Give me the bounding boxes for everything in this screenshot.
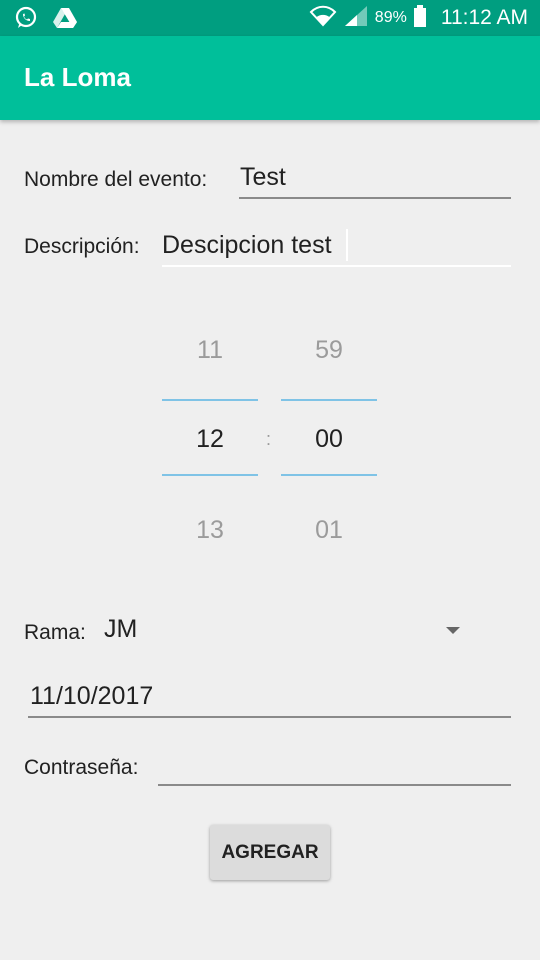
password-label: Contraseña: xyxy=(24,756,139,779)
password-input[interactable] xyxy=(160,752,510,782)
dropdown-arrow-icon xyxy=(446,627,460,634)
clock: 11:12 AM xyxy=(440,6,528,29)
hour-selection-top-line xyxy=(162,399,258,401)
signal-icon xyxy=(343,4,369,33)
battery-icon xyxy=(413,4,427,33)
rama-spinner[interactable]: JM xyxy=(102,612,472,652)
minute-next[interactable]: 01 xyxy=(281,516,377,545)
battery-percent: 89% xyxy=(374,9,407,26)
wifi-icon xyxy=(309,4,337,33)
description-underline xyxy=(162,265,511,267)
status-bar: 89% 11:12 AM xyxy=(0,0,540,36)
hour-next[interactable]: 13 xyxy=(162,516,258,545)
description-input[interactable]: Descipcion test xyxy=(162,231,332,260)
rama-label: Rama: xyxy=(24,621,86,644)
hour-prev[interactable]: 11 xyxy=(162,336,258,365)
date-underline xyxy=(28,716,511,718)
password-underline xyxy=(158,784,511,786)
hour-selected[interactable]: 12 xyxy=(162,425,258,454)
minute-picker[interactable]: 59 00 01 xyxy=(281,320,377,560)
add-button[interactable]: AGREGAR xyxy=(210,825,330,880)
hour-picker[interactable]: 11 12 13 xyxy=(162,320,258,560)
event-name-label: Nombre del evento: xyxy=(24,168,208,191)
hour-selection-bottom-line xyxy=(162,474,258,476)
description-label: Descripción: xyxy=(24,235,140,258)
minute-prev[interactable]: 59 xyxy=(281,336,377,365)
minute-selection-bottom-line xyxy=(281,474,377,476)
app-title: La Loma xyxy=(24,62,131,92)
minute-selection-top-line xyxy=(281,399,377,401)
whatsapp-icon xyxy=(14,6,38,35)
app-bar: La Loma xyxy=(0,36,540,120)
time-separator: : xyxy=(266,429,272,449)
event-name-underline xyxy=(239,197,511,199)
rama-selected-value: JM xyxy=(104,615,138,643)
drive-icon xyxy=(52,6,78,35)
date-input[interactable]: 11/10/2017 xyxy=(30,682,153,711)
text-cursor xyxy=(346,229,348,261)
minute-selected[interactable]: 00 xyxy=(281,425,377,454)
event-name-input[interactable]: Test xyxy=(240,163,286,192)
